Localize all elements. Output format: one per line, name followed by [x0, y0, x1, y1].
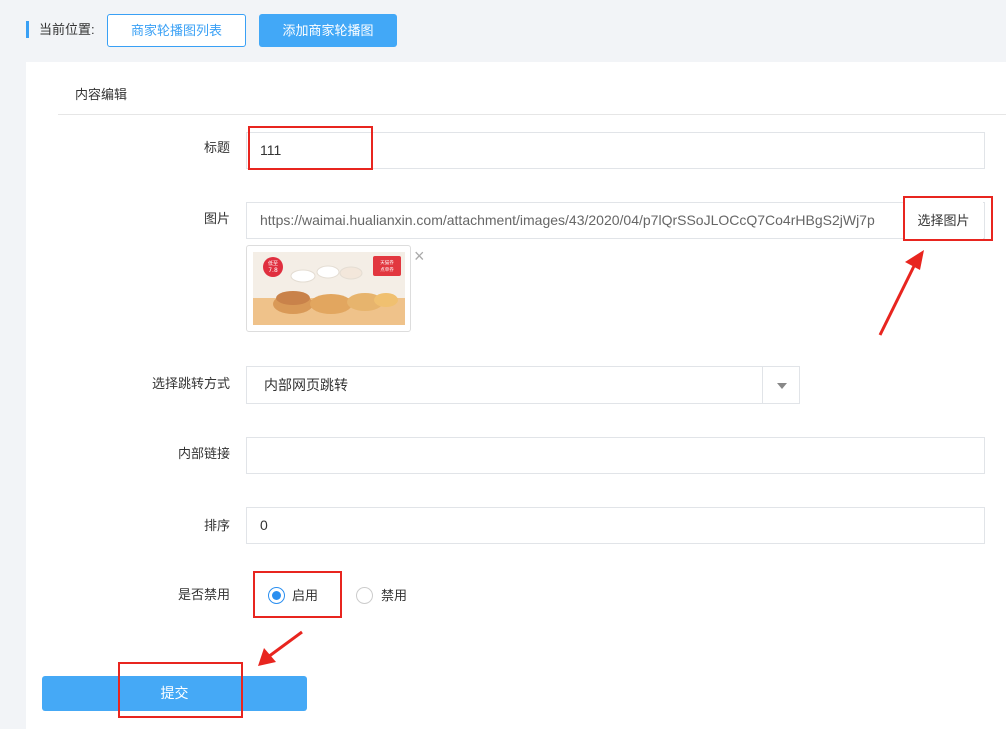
disable-label: 是否禁用	[177, 587, 230, 602]
submit-button[interactable]: 提交	[42, 676, 307, 711]
title-input[interactable]: 111	[246, 132, 985, 169]
close-icon[interactable]: ×	[414, 247, 425, 265]
title-label: 标题	[203, 140, 230, 155]
thumb-corner-line2: 点单券	[380, 266, 394, 273]
section-divider	[58, 114, 1006, 115]
chevron-down-icon[interactable]	[777, 383, 787, 389]
jump-type-label: 选择跳转方式	[151, 376, 230, 391]
image-url-input[interactable]: https://waimai.hualianxin.com/attachment…	[246, 202, 985, 239]
add-carousel-button[interactable]: 添加商家轮播图	[259, 14, 397, 47]
carousel-list-button[interactable]: 商家轮播图列表	[107, 14, 246, 47]
thumb-badge-text: 低至	[268, 260, 278, 267]
internal-link-input[interactable]	[246, 437, 985, 474]
radio-enable-label[interactable]: 启用	[292, 587, 318, 604]
radio-icon[interactable]	[268, 587, 285, 604]
jump-type-value: 内部网页跳转	[264, 377, 348, 393]
panel-gutter	[8, 62, 26, 729]
thumb-corner-line1: 天猫券	[380, 259, 394, 266]
thumb-badge-price: 7.8	[268, 267, 278, 274]
preview-thumbnail: 低至 7.8 天猫券 点单券	[253, 252, 405, 325]
jump-type-select[interactable]: 内部网页跳转	[246, 366, 800, 404]
choose-image-button[interactable]: 选择图片	[903, 202, 983, 239]
sort-label: 排序	[203, 518, 230, 533]
internal-link-label: 内部链接	[177, 446, 230, 461]
location-label: 当前位置:	[39, 22, 95, 37]
section-title: 内容编辑	[75, 87, 128, 102]
image-preview: 低至 7.8 天猫券 点单券	[246, 245, 411, 332]
image-label: 图片	[203, 211, 230, 226]
radio-icon[interactable]	[356, 587, 373, 604]
radio-disable-label[interactable]: 禁用	[381, 587, 407, 604]
select-divider	[762, 367, 763, 403]
sort-input[interactable]: 0	[246, 507, 985, 544]
location-marker	[26, 21, 29, 38]
